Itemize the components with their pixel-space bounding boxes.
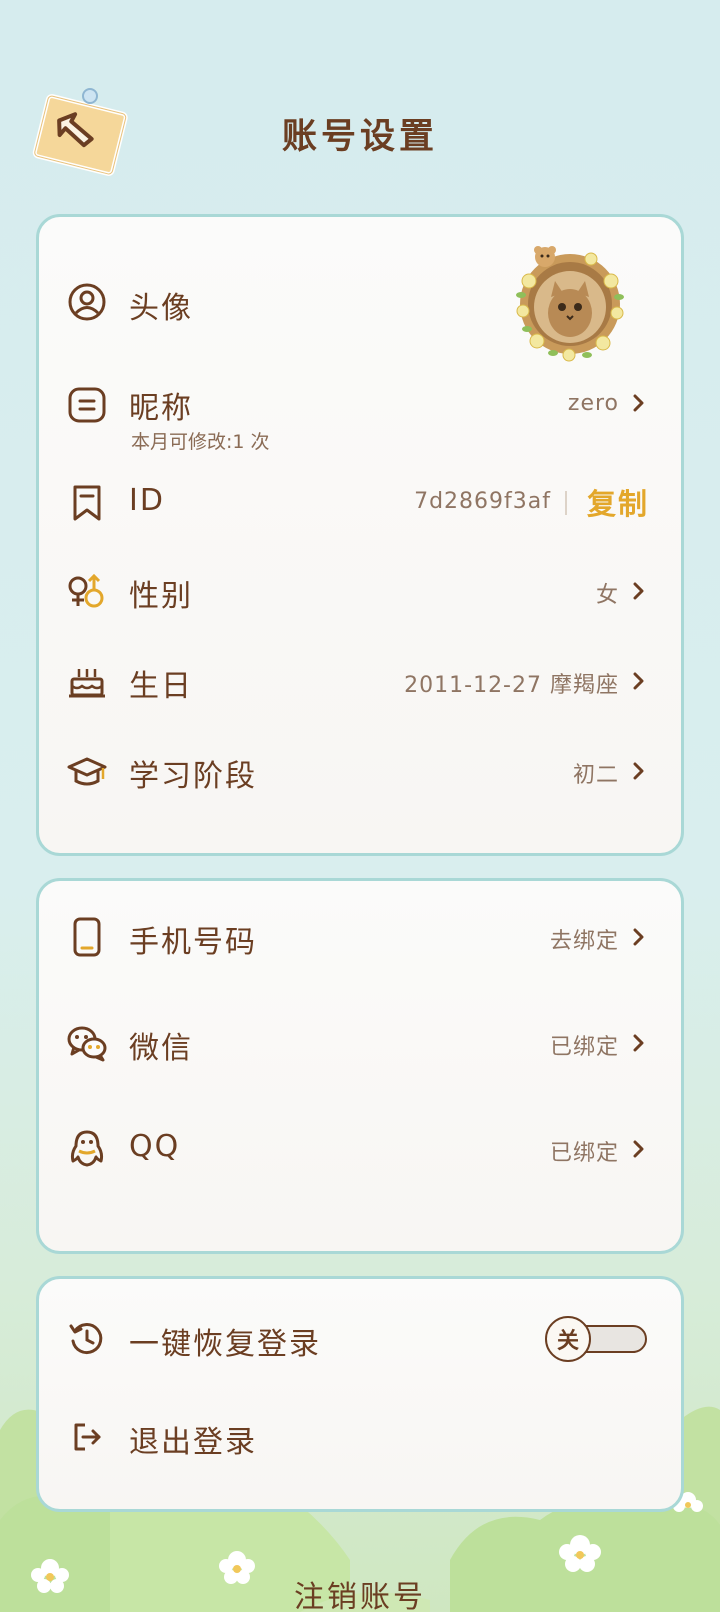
session-card: 一键恢复登录 关 退出登录 bbox=[36, 1276, 684, 1512]
birthday-value: 2011-12-27 摩羯座 bbox=[404, 673, 619, 698]
graduation-cap-icon bbox=[67, 751, 107, 791]
nickname-label: 昵称 bbox=[129, 391, 193, 426]
gender-label: 性别 bbox=[129, 579, 193, 614]
qq-value: 已绑定 bbox=[549, 1141, 619, 1166]
header: 账号设置 bbox=[0, 0, 720, 205]
restore-login-row: 一键恢复登录 关 bbox=[39, 1311, 681, 1367]
profile-card: 头像 昵称 本月可修改:1 次 zero ID 7d2869f3af 复制 性别… bbox=[36, 214, 684, 856]
history-icon bbox=[67, 1319, 107, 1359]
chevron-right-icon bbox=[631, 671, 647, 691]
study-stage-row[interactable]: 学习阶段 初二 bbox=[39, 743, 681, 799]
chevron-right-icon bbox=[631, 927, 647, 947]
nickname-hint: 本月可修改:1 次 bbox=[131, 431, 270, 453]
toggle-knob: 关 bbox=[545, 1316, 591, 1362]
nickname-card-icon bbox=[67, 385, 107, 425]
chevron-right-icon bbox=[631, 761, 647, 781]
qq-label: QQ bbox=[129, 1129, 181, 1164]
gender-value: 女 bbox=[595, 583, 619, 608]
phone-label: 手机号码 bbox=[129, 925, 257, 960]
chevron-right-icon bbox=[631, 393, 647, 413]
phone-value: 去绑定 bbox=[549, 929, 619, 954]
qq-penguin-icon bbox=[67, 1129, 107, 1169]
gender-row[interactable]: 性别 女 bbox=[39, 563, 681, 619]
cancel-account-link[interactable]: 注销账号 bbox=[294, 1580, 426, 1612]
birthday-label: 生日 bbox=[129, 669, 193, 704]
chevron-right-icon bbox=[631, 1033, 647, 1053]
phone-row[interactable]: 手机号码 去绑定 bbox=[39, 909, 681, 965]
nickname-row[interactable]: 昵称 本月可修改:1 次 zero bbox=[39, 377, 681, 457]
id-value: 7d2869f3af bbox=[414, 489, 551, 514]
restore-login-toggle[interactable]: 关 bbox=[545, 1316, 649, 1362]
logout-label: 退出登录 bbox=[129, 1425, 257, 1460]
copy-id-button[interactable]: 复制 bbox=[587, 481, 649, 523]
gender-icon bbox=[67, 571, 107, 611]
chevron-right-icon bbox=[631, 1139, 647, 1159]
birthday-row[interactable]: 生日 2011-12-27 摩羯座 bbox=[39, 653, 681, 709]
restore-login-label: 一键恢复登录 bbox=[129, 1327, 321, 1362]
page-title: 账号设置 bbox=[281, 117, 438, 157]
bookmark-icon bbox=[67, 483, 107, 523]
user-circle-icon bbox=[67, 282, 107, 322]
study-stage-value: 初二 bbox=[572, 763, 619, 788]
logout-row[interactable]: 退出登录 bbox=[39, 1409, 681, 1465]
study-stage-label: 学习阶段 bbox=[129, 759, 257, 794]
avatar-label: 头像 bbox=[129, 291, 193, 326]
id-row: ID 7d2869f3af 复制 bbox=[39, 475, 681, 531]
wechat-value: 已绑定 bbox=[549, 1035, 619, 1060]
wechat-label: 微信 bbox=[129, 1031, 193, 1066]
chevron-right-icon bbox=[631, 581, 647, 601]
divider bbox=[565, 491, 567, 515]
logout-icon bbox=[67, 1417, 107, 1457]
avatar[interactable] bbox=[509, 241, 631, 363]
id-label: ID bbox=[129, 483, 165, 518]
wechat-row[interactable]: 微信 已绑定 bbox=[39, 1015, 681, 1071]
qq-row[interactable]: QQ 已绑定 bbox=[39, 1121, 681, 1177]
bindings-card: 手机号码 去绑定 微信 已绑定 QQ 已绑定 bbox=[36, 878, 684, 1254]
nickname-value: zero bbox=[567, 391, 619, 416]
wechat-icon bbox=[67, 1023, 107, 1063]
cancel-account-container: 注销账号 bbox=[0, 1572, 720, 1612]
cake-icon bbox=[67, 661, 107, 701]
phone-icon bbox=[67, 917, 107, 957]
